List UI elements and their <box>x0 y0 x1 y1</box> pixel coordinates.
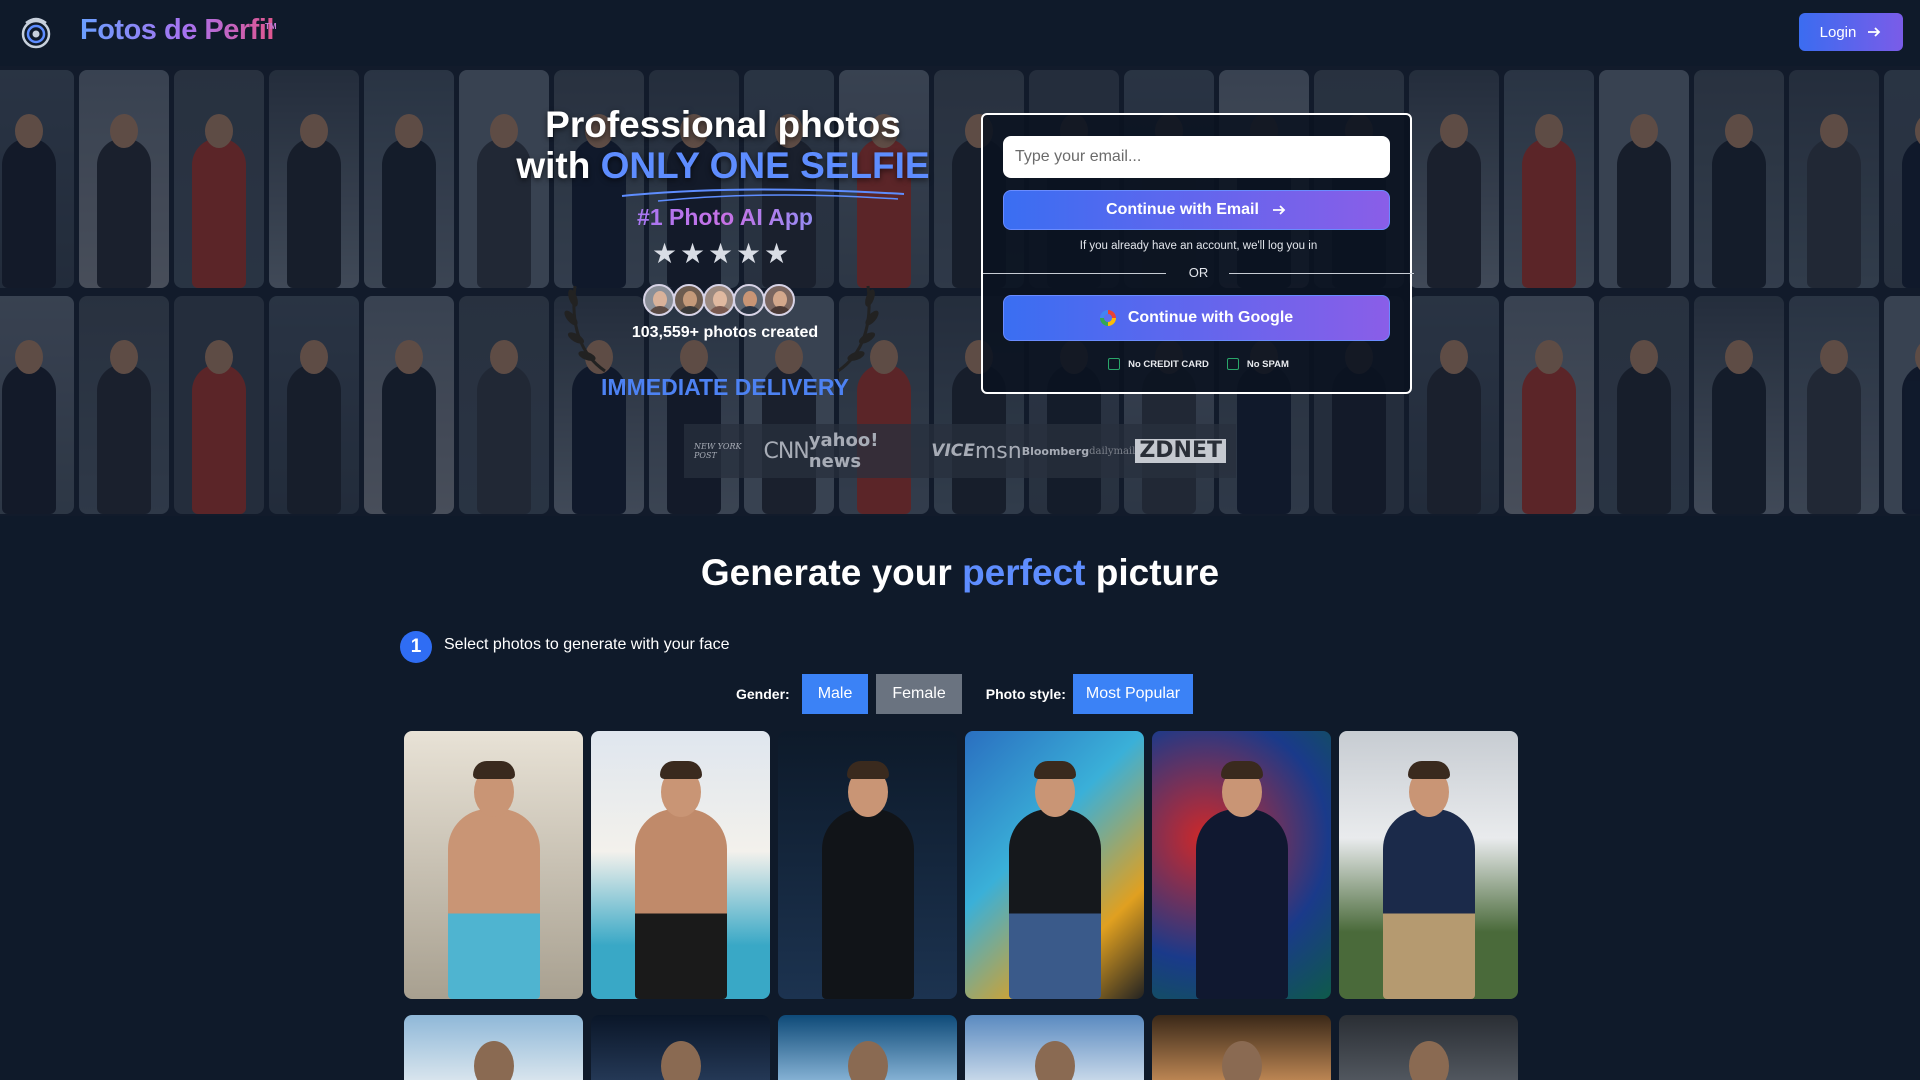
photo-option[interactable] <box>1152 731 1331 999</box>
photo-option[interactable] <box>591 1015 770 1080</box>
gender-female-button[interactable]: Female <box>876 674 962 714</box>
press-logo-msn: msn <box>974 438 1022 464</box>
press-logo-yahoo: yahoo! news <box>808 430 879 472</box>
headline-line2: with ONLY ONE SELFIE <box>470 145 976 186</box>
account-note: If you already have an account, we'll lo… <box>1079 240 1318 252</box>
continue-with-email-button[interactable]: Continue with Email <box>1003 190 1390 230</box>
step-instruction: Select photos to generate with your face <box>444 636 730 653</box>
photo-option[interactable] <box>1339 1015 1518 1080</box>
login-button[interactable]: Login <box>1799 13 1903 51</box>
login-label: Login <box>1819 23 1857 41</box>
user-avatars <box>643 284 795 316</box>
photo-option[interactable] <box>404 1015 583 1080</box>
arrow-right-icon <box>1272 205 1286 215</box>
title-post: picture <box>1095 552 1220 593</box>
avatar <box>643 284 675 316</box>
immediate-delivery: IMMEDIATE DELIVERY <box>601 374 849 400</box>
checkbox-icon <box>1108 358 1121 370</box>
hero-section: Professional photos with ONLY ONE SELFIE… <box>0 66 1920 516</box>
headline-line1: Professional photos <box>545 104 901 145</box>
gender-male-button[interactable]: Male <box>801 674 869 714</box>
avatar <box>763 284 795 316</box>
photo-option[interactable] <box>591 731 770 999</box>
star-icon: ★ <box>764 238 790 269</box>
photo-option[interactable] <box>1152 1015 1331 1080</box>
star-icon: ★ <box>708 238 734 269</box>
no-credit-card-badge: No CREDIT CARD <box>1108 358 1209 370</box>
site-header: Fotos de Perfil TM Login <box>0 0 1920 66</box>
press-logo-nypost: NEW YORK POST <box>694 442 742 460</box>
star-icon: ★ <box>736 238 762 269</box>
photo-option[interactable] <box>778 1015 957 1080</box>
no-credit-card-label: No CREDIT CARD <box>1128 358 1209 370</box>
continue-with-google-button[interactable]: Continue with Google <box>1003 295 1390 341</box>
press-logo-bloomberg: Bloomberg <box>1021 444 1090 458</box>
rank-badge: #1 Photo AI App <box>560 204 890 231</box>
avatar <box>733 284 765 316</box>
rating-stars: ★ ★ ★ ★ ★ <box>652 238 790 269</box>
star-icon: ★ <box>680 238 706 269</box>
photo-style-label: Photo style: <box>985 686 1066 702</box>
no-spam-badge: No SPAM <box>1226 358 1289 370</box>
headline-with: with <box>516 145 591 186</box>
press-logos: NEW YORK POST CNN yahoo! news VICE msn B… <box>684 424 1236 478</box>
press-logo-cnn: CNN <box>763 438 809 464</box>
avatar <box>673 284 705 316</box>
photo-style-select[interactable]: Most Popular <box>1072 674 1194 714</box>
section-title: Generate your perfect picture <box>0 552 1920 594</box>
no-spam-label: No SPAM <box>1246 358 1289 370</box>
divider-right <box>1229 273 1414 274</box>
google-icon <box>1099 310 1116 326</box>
signup-card: Continue with Email If you already have … <box>981 113 1414 394</box>
photo-option[interactable] <box>965 1015 1144 1080</box>
camera-swirl-icon[interactable] <box>18 14 54 50</box>
photo-option[interactable] <box>404 731 583 999</box>
checkbox-icon <box>1226 358 1239 370</box>
continue-email-label: Continue with Email <box>1106 201 1259 218</box>
continue-google-label: Continue with Google <box>1127 309 1294 326</box>
arrow-right-icon <box>1868 27 1881 37</box>
brand-name[interactable]: Fotos de Perfil <box>80 14 274 47</box>
photo-option[interactable] <box>778 731 957 999</box>
trademark: TM <box>265 22 277 31</box>
email-input[interactable] <box>1003 136 1390 178</box>
guarantees: No CREDIT CARD No SPAM <box>983 358 1414 370</box>
swoosh-underline <box>621 188 905 202</box>
hero-headline: Professional photos with ONLY ONE SELFIE <box>470 104 976 186</box>
press-logo-vice: VICE <box>931 441 975 461</box>
avatar <box>703 284 735 316</box>
press-logo-zdnet: ZDNET <box>1135 439 1226 463</box>
photos-created-count: 103,559+ photos created <box>631 324 819 341</box>
title-highlight: perfect <box>962 552 1086 593</box>
star-icon: ★ <box>652 238 678 269</box>
title-pre: Generate your <box>700 552 952 593</box>
filter-bar: Gender: Male Female Photo style: Most Po… <box>736 674 1194 714</box>
step-number-badge: 1 <box>400 631 432 663</box>
gender-label: Gender: <box>736 686 790 702</box>
photo-option[interactable] <box>1339 731 1518 999</box>
photo-option[interactable] <box>965 731 1144 999</box>
press-logo-dailymail: dailymail <box>1089 445 1136 457</box>
headline-highlight: ONLY ONE SELFIE <box>600 145 930 186</box>
